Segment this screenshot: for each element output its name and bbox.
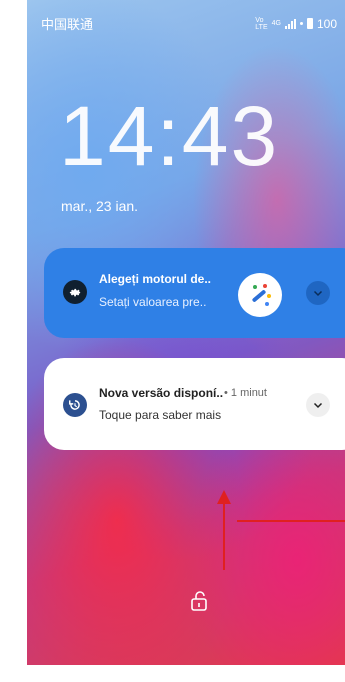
notification-subtitle: Setați valoarea pre..: [99, 295, 207, 309]
update-icon: [63, 393, 87, 417]
carrier-name: 中国联通: [41, 17, 94, 32]
battery-icon: [306, 18, 313, 29]
dot-separator: [299, 22, 303, 25]
notification-title: Alegeți motorul de..: [99, 272, 212, 286]
volte-icon: Vo LTE: [255, 16, 268, 31]
notification-title: Nova versão disponí..: [99, 386, 224, 400]
expand-notification-button[interactable]: [306, 281, 330, 305]
notification-card-update[interactable]: Nova versão disponí.. • 1 minut Toque pa…: [44, 358, 345, 450]
notification-subtitle: Toque para saber mais: [99, 408, 222, 422]
battery-level: 100: [316, 16, 337, 31]
notification-time: • 1 minut: [224, 387, 267, 399]
gear-icon: [63, 280, 87, 304]
lockscreen: 中国联通 Vo LTE 4G 100 14:43 mar., 23 ian. A…: [27, 0, 345, 665]
expand-notification-button[interactable]: [306, 393, 330, 417]
notification-card-engine[interactable]: Alegeți motorul de.. Setați valoarea pre…: [44, 248, 345, 338]
status-icons: Vo LTE 4G 100: [255, 17, 337, 31]
network-type: 4G: [271, 20, 281, 27]
annotation-arrow-line: [223, 500, 225, 570]
unlock-icon[interactable]: [190, 591, 208, 616]
annotation-pointer-line: [237, 520, 345, 522]
lockscreen-date: mar., 23 ian.: [61, 198, 139, 214]
status-bar: 中国联通 Vo LTE 4G 100: [41, 14, 337, 33]
magic-wand-icon: [238, 273, 282, 317]
screen-frame: 中国联通 Vo LTE 4G 100 14:43 mar., 23 ian. A…: [0, 0, 345, 682]
signal-icon: [284, 18, 296, 29]
lockscreen-clock: 14:43: [59, 89, 280, 183]
